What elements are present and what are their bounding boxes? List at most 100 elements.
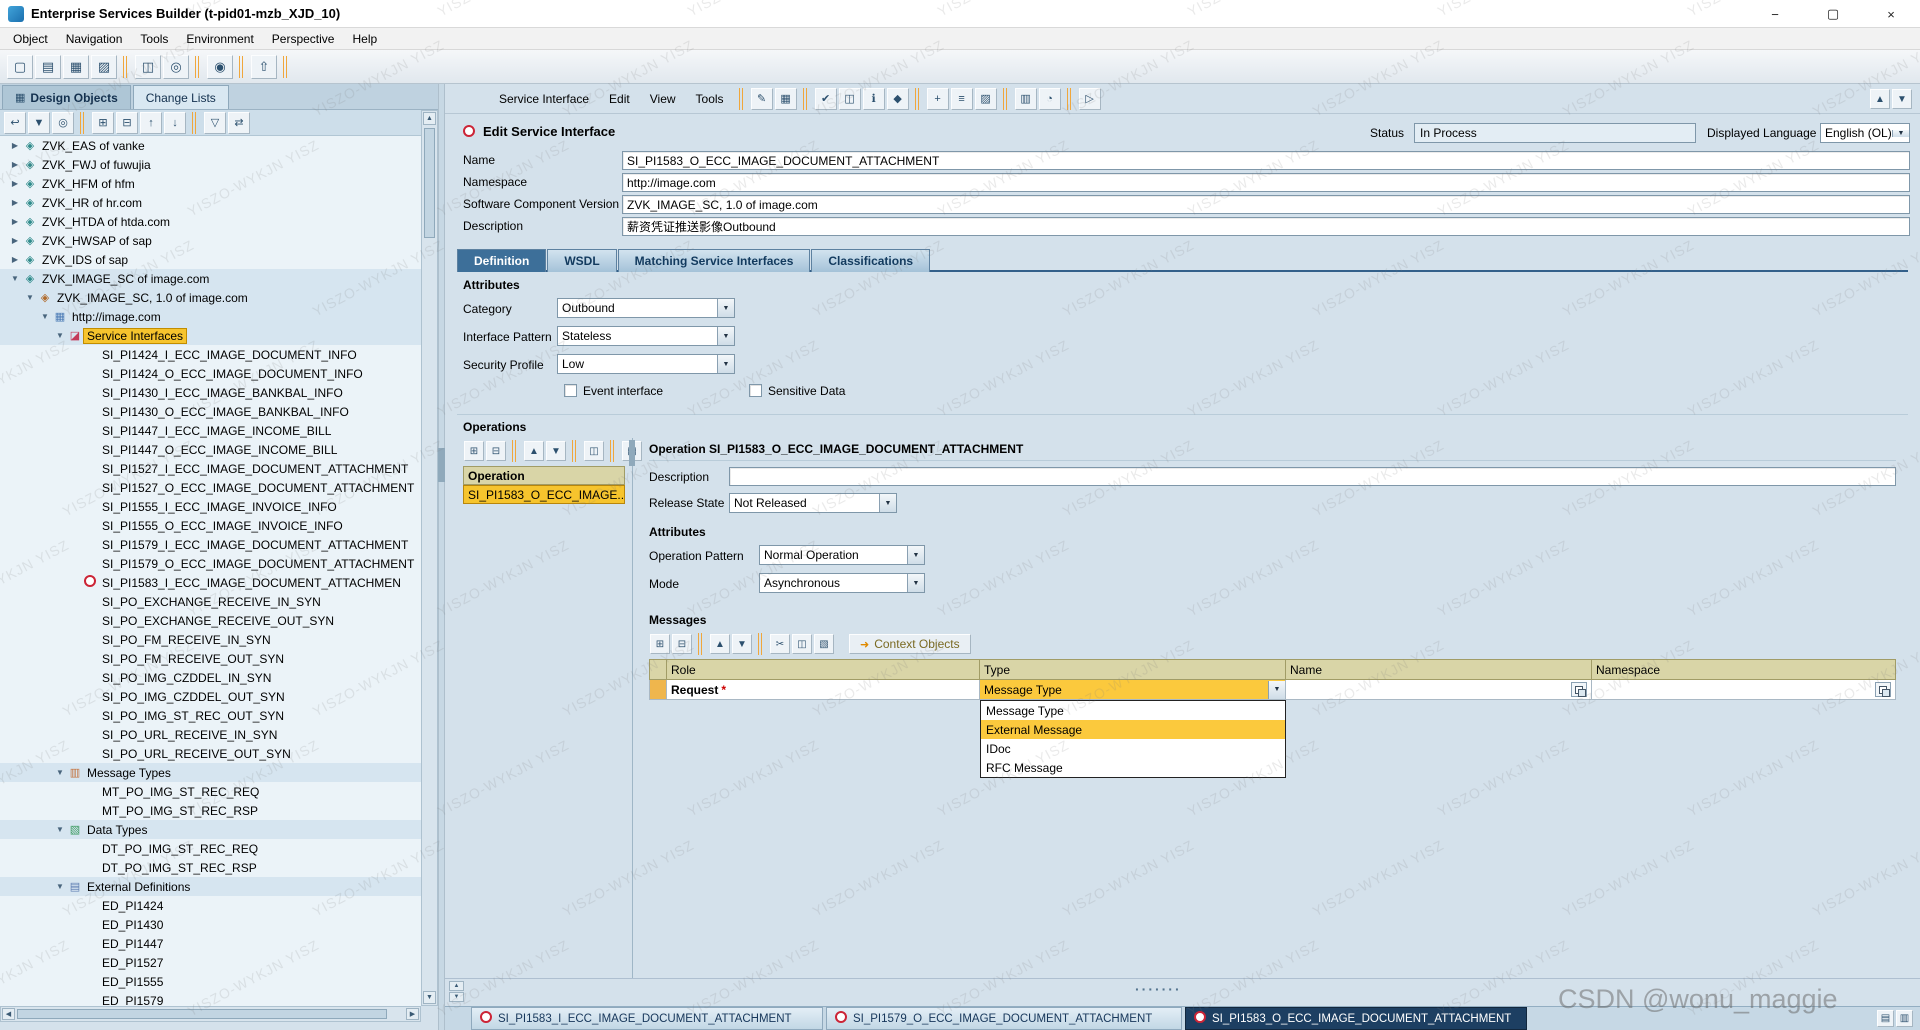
panel-splitter-handle[interactable] [438,448,445,482]
splitter-up-icon[interactable]: ▲ [449,981,464,991]
dropdown-button-icon[interactable] [907,574,924,592]
category-select[interactable]: Outbound [557,298,735,318]
dropdown-option-rfc-message[interactable]: RFC Message [981,758,1285,777]
insert-row-icon[interactable]: ⊞ [650,634,670,654]
open-object-icon[interactable]: ▤ [35,54,61,79]
close-button[interactable]: × [1862,0,1920,28]
tree-label[interactable]: SI_PO_IMG_ST_REC_OUT_SYN [98,708,288,724]
scroll-left-icon[interactable]: ◀ [2,1008,15,1020]
delete-operation-icon[interactable]: ⊟ [486,441,506,461]
tree-label[interactable]: ZVK_HTDA of htda.com [38,214,174,230]
role-cell[interactable]: Request * [667,680,980,700]
tree-label[interactable]: SI_PI1447_O_ECC_IMAGE_INCOME_BILL [98,442,341,458]
tree-label[interactable]: SI_PI1447_I_ECC_IMAGE_INCOME_BILL [98,423,335,439]
expand-arrow-icon[interactable]: ▶ [8,255,22,264]
open-object-tab[interactable]: SI_PI1583_O_ECC_IMAGE_DOCUMENT_ATTACHMEN… [1185,1007,1527,1030]
print-icon[interactable]: ▨ [91,54,117,79]
export-icon[interactable]: ▥ [1014,87,1037,110]
move-down-icon[interactable]: ▼ [732,634,752,654]
dropdown-button-icon[interactable] [1268,680,1285,699]
save-icon[interactable]: ▦ [774,87,797,110]
tree-horizontal-scrollbar[interactable]: ◀ ▶ [0,1006,421,1022]
tree-row[interactable]: ▼ ▥ Message Types [0,763,421,782]
menu-help[interactable]: Help [343,30,386,48]
tree-label[interactable]: DT_PO_IMG_ST_REC_RSP [98,860,261,876]
collapse-arrow-icon[interactable]: ▼ [38,312,52,321]
software-component-version-field[interactable]: ZVK_IMAGE_SC, 1.0 of image.com [622,195,1910,214]
expand-arrow-icon[interactable]: ▶ [8,160,22,169]
bottom-splitter-handle[interactable]: ······· [1135,981,1182,997]
scroll-down-icon[interactable]: ▼ [423,991,436,1004]
tree-row[interactable]: SI_PI1555_I_ECC_IMAGE_INVOICE_INFO [0,497,421,516]
cut-icon[interactable]: ✂ [770,634,790,654]
tree-vertical-scrollbar[interactable]: ▲ ▼ [421,110,438,1006]
namespace-cell[interactable] [1592,680,1896,700]
tree-label[interactable]: ZVK_HWSAP of sap [38,233,156,249]
tree-row[interactable]: SI_PO_URL_RECEIVE_OUT_SYN [0,744,421,763]
copy-icon[interactable]: ◫ [135,54,161,79]
tree-label[interactable]: SI_PI1424_O_ECC_IMAGE_DOCUMENT_INFO [98,366,367,382]
tree-row[interactable]: SI_PO_IMG_CZDDEL_OUT_SYN [0,687,421,706]
object-menu-edit[interactable]: Edit [599,90,640,108]
display-edit-toggle-icon[interactable]: ✎ [750,87,773,110]
minimize-tray-icon[interactable]: ▼ [1892,89,1912,109]
tree-label[interactable]: SI_PO_FM_RECEIVE_OUT_SYN [98,651,288,667]
copy-icon[interactable]: ◫ [792,634,812,654]
tree-row[interactable]: SI_PI1430_I_ECC_IMAGE_BANKBAL_INFO [0,383,421,402]
dropdown-button-icon[interactable] [879,494,896,512]
object-menu-service-interface[interactable]: Service Interface [489,90,599,108]
tree-row[interactable]: ▼ ▦ http://image.com [0,307,421,326]
paste-icon[interactable]: ▧ [814,634,834,654]
swap-view-icon[interactable]: ⇄ [228,111,250,134]
dropdown-button-icon[interactable] [717,327,734,345]
minimize-button[interactable]: − [1746,0,1804,28]
menu-navigation[interactable]: Navigation [57,30,132,48]
search-next-icon[interactable]: ◉ [207,54,233,79]
tree-row[interactable]: ED_PI1424 [0,896,421,915]
column-header-name[interactable]: Name [1286,659,1592,680]
object-menu-view[interactable]: View [640,90,686,108]
tree-label[interactable]: SI_PO_IMG_CZDDEL_IN_SYN [98,670,275,686]
column-header-namespace[interactable]: Namespace [1592,659,1896,680]
tree-label[interactable]: SI_PO_FM_RECEIVE_IN_SYN [98,632,275,648]
dropdown-option-idoc[interactable]: IDoc [981,739,1285,758]
sort-descending-icon[interactable]: ↓ [164,111,186,134]
scroll-right-icon[interactable]: ▶ [406,1008,419,1020]
operation-row-selected[interactable]: SI_PI1583_O_ECC_IMAGE... [463,485,625,504]
maximize-button[interactable]: ▢ [1804,0,1862,28]
dropdown-option-message-type[interactable]: Message Type [981,701,1285,720]
tree-label[interactable]: Service Interfaces [83,327,188,344]
name-cell[interactable] [1286,680,1592,700]
tree-label[interactable]: External Definitions [83,879,194,895]
tab-classifications[interactable]: Classifications [811,249,931,272]
collapse-arrow-icon[interactable]: ▼ [23,293,37,302]
namespace-field[interactable]: http://image.com [622,173,1910,192]
tree-row[interactable]: DT_PO_IMG_ST_REC_RSP [0,858,421,877]
collapse-arrow-icon[interactable]: ▼ [53,882,67,891]
tree-label[interactable]: SI_PI1555_O_ECC_IMAGE_INVOICE_INFO [98,518,347,534]
collapse-arrow-icon[interactable]: ▼ [53,768,67,777]
tree-label[interactable]: SI_PI1579_O_ECC_IMAGE_DOCUMENT_ATTACHMEN… [98,556,418,572]
tree-row[interactable]: SI_PI1447_I_ECC_IMAGE_INCOME_BILL [0,421,421,440]
properties-icon[interactable]: ℹ [862,87,885,110]
mode-select[interactable]: Asynchronous [759,573,925,593]
tree-row[interactable]: ▼ ◈ ZVK_IMAGE_SC, 1.0 of image.com [0,288,421,307]
tree-label[interactable]: ZVK_HR of hr.com [38,195,146,211]
tree-label[interactable]: MT_PO_IMG_ST_REC_RSP [98,803,262,819]
history-icon[interactable]: ◔ [1038,87,1061,110]
create-object-icon[interactable]: ▢ [7,54,33,79]
expand-arrow-icon[interactable]: ▶ [8,179,22,188]
type-cell-combobox[interactable]: Message Type [980,680,1286,700]
tree-row[interactable]: SI_PI1579_O_ECC_IMAGE_DOCUMENT_ATTACHMEN… [0,554,421,573]
search-icon[interactable]: ◎ [163,54,189,79]
tree-label[interactable]: ED_PI1424 [98,898,167,914]
tree-row[interactable]: ▶ ◈ ZVK_FWJ of fuwujia [0,155,421,174]
tree-label[interactable]: SI_PI1579_I_ECC_IMAGE_DOCUMENT_ATTACHMEN… [98,537,412,553]
add-reference-icon[interactable]: + [926,87,949,110]
sensitive-data-checkbox[interactable] [749,384,762,397]
tree-row[interactable]: SI_PO_IMG_CZDDEL_IN_SYN [0,668,421,687]
tab-definition[interactable]: Definition [457,249,547,272]
tree-label[interactable]: SI_PO_EXCHANGE_RECEIVE_IN_SYN [98,594,325,610]
security-profile-select[interactable]: Low [557,354,735,374]
tree-row[interactable]: ▶ ◈ ZVK_HR of hr.com [0,193,421,212]
